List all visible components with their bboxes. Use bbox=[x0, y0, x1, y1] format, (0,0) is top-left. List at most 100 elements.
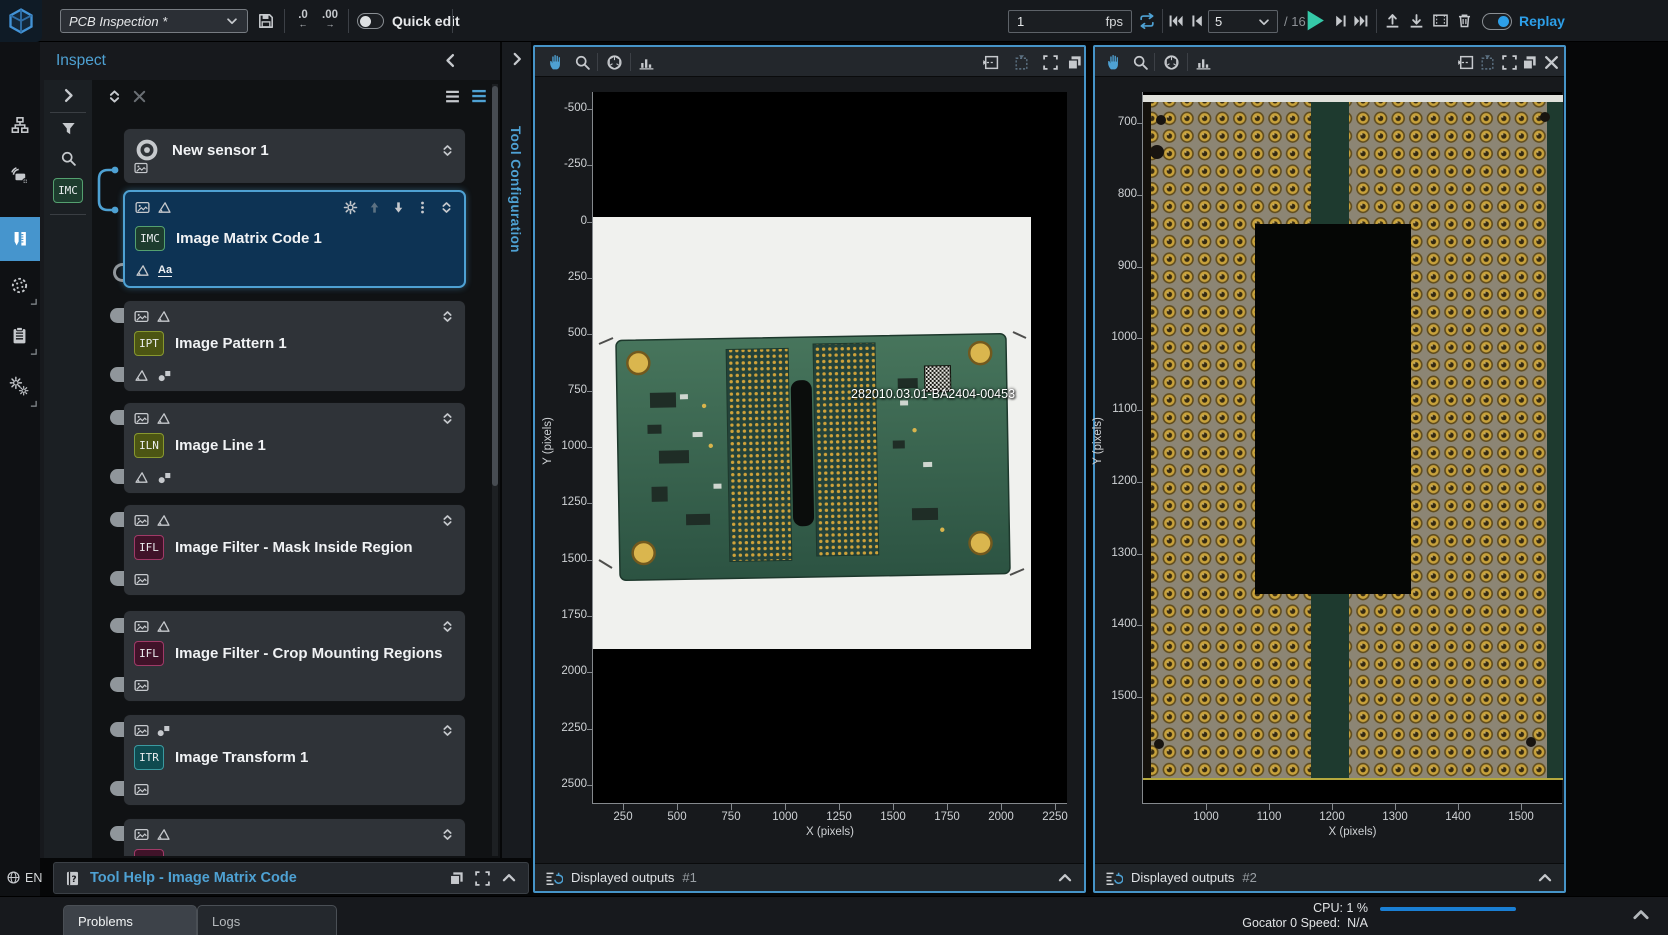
save-icon[interactable] bbox=[257, 12, 275, 30]
aperture-icon[interactable] bbox=[606, 54, 623, 71]
input-port[interactable] bbox=[110, 826, 124, 841]
collapse-help-icon[interactable] bbox=[500, 869, 518, 887]
tool-card[interactable]: IMC Image Matrix Code 1 Aa bbox=[123, 190, 466, 288]
skip-end-icon[interactable] bbox=[1353, 13, 1369, 29]
tool-card[interactable]: IFL Image Filter - Mask Inside Region bbox=[123, 504, 466, 596]
download-icon[interactable] bbox=[1408, 12, 1425, 29]
recipes-clipboard-icon[interactable] bbox=[10, 326, 29, 345]
expand-card-icon[interactable] bbox=[439, 200, 454, 215]
run-settings-icon[interactable] bbox=[343, 200, 358, 215]
loop-icon[interactable] bbox=[1138, 12, 1156, 30]
scrollbar-thumb[interactable] bbox=[492, 86, 498, 486]
play-icon[interactable] bbox=[1305, 9, 1326, 32]
fit-view-icon[interactable] bbox=[1479, 54, 1496, 71]
input-port[interactable] bbox=[110, 308, 124, 323]
fullscreen-icon[interactable] bbox=[474, 870, 491, 887]
aperture-icon[interactable] bbox=[1163, 54, 1180, 71]
move-down-icon[interactable] bbox=[391, 200, 406, 215]
tool-card[interactable] bbox=[123, 818, 466, 856]
input-port[interactable] bbox=[110, 618, 124, 633]
move-up-icon[interactable] bbox=[367, 200, 382, 215]
tool-configuration-strip[interactable]: Tool Configuration bbox=[502, 42, 531, 858]
tool-card[interactable]: New sensor 1 bbox=[123, 128, 466, 184]
tool-help-bar[interactable]: Tool Help - Image Matrix Code bbox=[53, 862, 529, 894]
search-icon[interactable] bbox=[60, 150, 77, 167]
image-icon bbox=[134, 572, 149, 587]
skip-start-icon[interactable] bbox=[1168, 13, 1184, 29]
fullscreen-icon[interactable] bbox=[1501, 54, 1518, 71]
app-logo-icon[interactable] bbox=[0, 0, 42, 42]
frame-selector[interactable]: 5 bbox=[1208, 10, 1278, 33]
displayed-outputs-icon bbox=[1105, 870, 1123, 886]
expand-card-icon[interactable] bbox=[440, 723, 455, 738]
input-port[interactable] bbox=[110, 512, 124, 527]
sidebar-item-inspect[interactable] bbox=[0, 217, 40, 261]
output-port[interactable] bbox=[110, 571, 124, 586]
output-port[interactable] bbox=[110, 469, 124, 484]
output-port[interactable] bbox=[110, 677, 124, 692]
settings-gears-icon[interactable] bbox=[9, 376, 29, 396]
expand-config-icon[interactable] bbox=[508, 50, 526, 68]
zoom-icon[interactable] bbox=[1132, 54, 1149, 71]
stack-windows-icon[interactable] bbox=[1521, 54, 1538, 71]
language-selector[interactable]: EN bbox=[6, 870, 42, 885]
replay-toggle[interactable] bbox=[1482, 13, 1512, 30]
histogram-icon[interactable] bbox=[1195, 54, 1212, 71]
close-icon[interactable] bbox=[1543, 54, 1560, 71]
displayed-outputs-bar[interactable]: Displayed outputs #2 bbox=[1095, 863, 1564, 891]
image-icon bbox=[135, 200, 150, 215]
step-forward-icon[interactable] bbox=[1333, 13, 1349, 29]
expand-card-icon[interactable] bbox=[440, 619, 455, 634]
displayed-outputs-bar[interactable]: Displayed outputs #1 bbox=[535, 863, 1084, 891]
fit-region-icon[interactable] bbox=[982, 54, 999, 71]
decimal-decrease-icon[interactable]: .0← bbox=[293, 10, 313, 28]
pan-hand-icon[interactable] bbox=[1105, 53, 1123, 71]
trash-icon[interactable] bbox=[1456, 12, 1473, 29]
tab-logs[interactable]: Logs bbox=[197, 905, 337, 935]
expand-card-icon[interactable] bbox=[440, 411, 455, 426]
input-port[interactable] bbox=[110, 722, 124, 737]
more-menu-icon[interactable] bbox=[415, 200, 430, 215]
pan-hand-icon[interactable] bbox=[547, 53, 565, 71]
fit-view-icon[interactable] bbox=[1013, 54, 1030, 71]
output-port[interactable] bbox=[113, 263, 123, 282]
expand-card-icon[interactable] bbox=[440, 827, 455, 842]
decimal-increase-icon[interactable]: .00→ bbox=[318, 10, 342, 28]
sensor-setup-icon[interactable] bbox=[10, 166, 29, 185]
filter-icon[interactable] bbox=[60, 120, 77, 137]
vision-circle-icon[interactable] bbox=[10, 276, 29, 295]
histogram-icon[interactable] bbox=[638, 54, 655, 71]
filter-tool-badge[interactable]: IMC bbox=[53, 178, 83, 203]
collapse-outputs-icon[interactable] bbox=[1536, 869, 1554, 887]
zoom-icon[interactable] bbox=[574, 54, 591, 71]
image-plot-2[interactable]: Y (pixels) X (pixels) 700800900100011001… bbox=[1142, 92, 1562, 804]
fullscreen-icon[interactable] bbox=[1042, 54, 1059, 71]
expand-card-icon[interactable] bbox=[440, 309, 455, 324]
fps-input[interactable]: 1 fps bbox=[1008, 10, 1132, 33]
tool-card[interactable]: ITR Image Transform 1 bbox=[123, 714, 466, 806]
input-port[interactable] bbox=[110, 410, 124, 425]
expand-card-icon[interactable] bbox=[440, 513, 455, 528]
upload-icon[interactable] bbox=[1384, 12, 1401, 29]
collapse-panel-icon[interactable] bbox=[441, 51, 460, 70]
output-port[interactable] bbox=[110, 781, 124, 796]
output-port[interactable] bbox=[110, 367, 124, 382]
expand-tools-icon[interactable] bbox=[59, 86, 78, 105]
expand-statusbar-icon[interactable] bbox=[1630, 904, 1652, 926]
popout-icon[interactable] bbox=[448, 870, 465, 887]
image-plot-1[interactable]: 282010.03.01-BA2404-00453 Y (pixels) X (… bbox=[592, 92, 1067, 804]
fit-region-icon[interactable] bbox=[1457, 54, 1474, 71]
quick-edit-toggle[interactable] bbox=[357, 13, 384, 29]
stack-windows-icon[interactable] bbox=[1066, 54, 1083, 71]
step-back-icon[interactable] bbox=[1189, 13, 1205, 29]
network-icon[interactable] bbox=[11, 116, 29, 134]
tool-card[interactable]: IFL Image Filter - Crop Mounting Regions bbox=[123, 610, 466, 702]
tool-card[interactable]: IPT Image Pattern 1 bbox=[123, 300, 466, 392]
filmstrip-icon[interactable] bbox=[1432, 12, 1449, 29]
expand-card-icon[interactable] bbox=[440, 143, 455, 158]
tool-card[interactable]: ILN Image Line 1 bbox=[123, 402, 466, 494]
tab-problems[interactable]: Problems bbox=[63, 905, 197, 935]
tab-tool-configuration[interactable]: Tool Configuration bbox=[508, 126, 523, 253]
collapse-outputs-icon[interactable] bbox=[1056, 869, 1074, 887]
project-selector[interactable]: PCB Inspection * bbox=[60, 9, 248, 33]
